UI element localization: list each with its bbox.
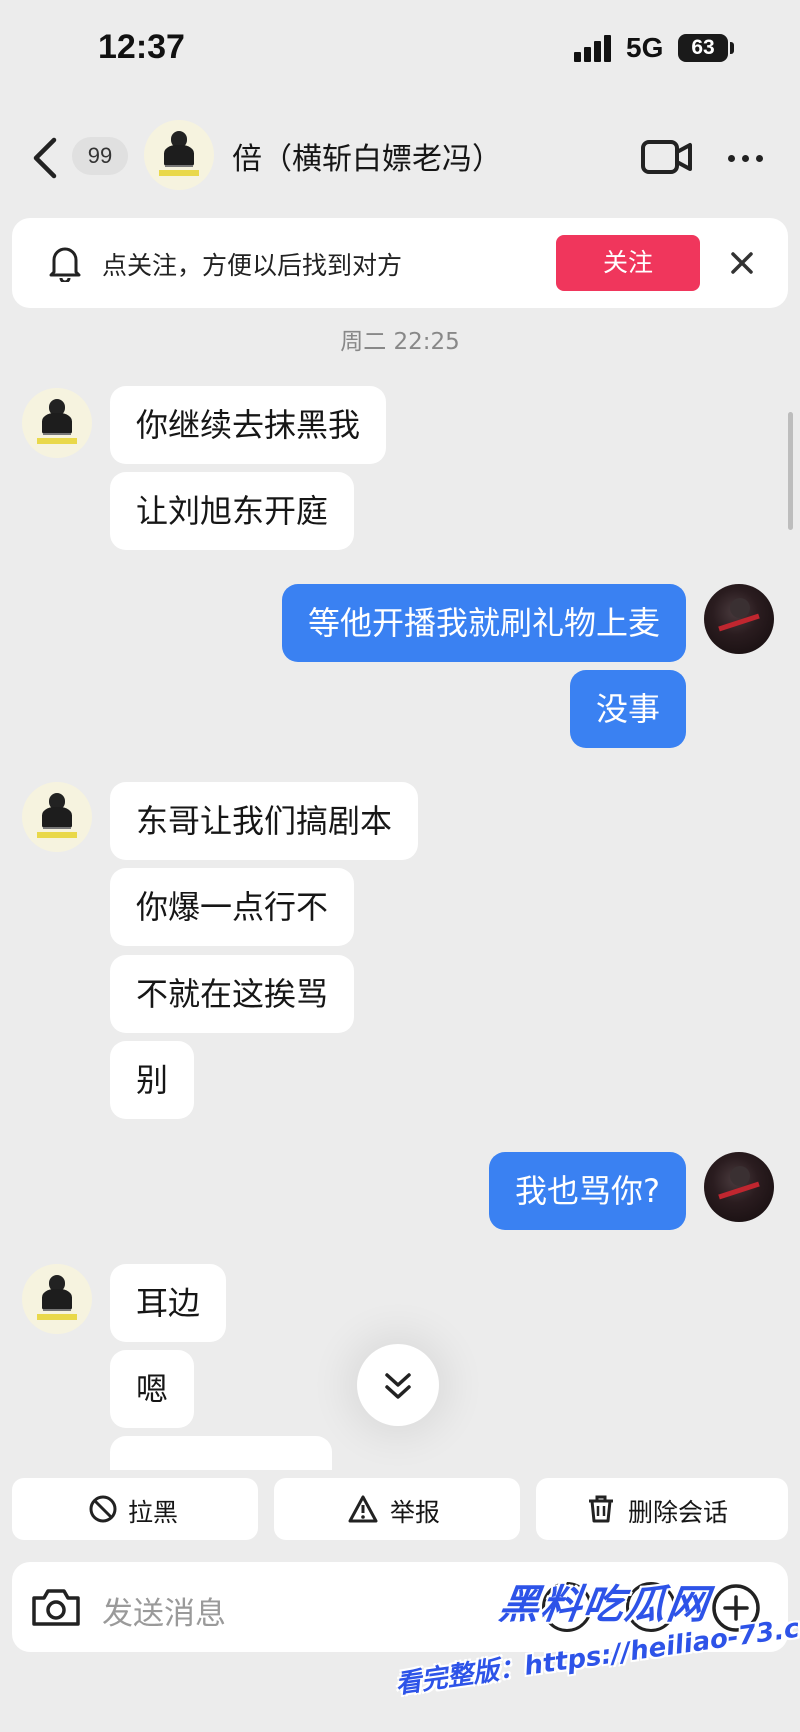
trash-icon <box>589 1495 613 1523</box>
user-avatar[interactable] <box>704 1152 774 1222</box>
block-button[interactable]: 拉黑 <box>12 1478 258 1540</box>
more-options-icon[interactable] <box>724 138 768 176</box>
chat-action-row: 拉黑 举报 删除会话 <box>0 1478 800 1540</box>
message-bubble-incoming[interactable]: 你继续去抹黑我 <box>110 386 387 464</box>
contact-avatar[interactable] <box>22 782 92 852</box>
bell-icon <box>49 247 81 282</box>
block-icon <box>89 1495 117 1523</box>
user-avatar[interactable] <box>704 584 774 654</box>
report-button[interactable]: 举报 <box>274 1478 520 1540</box>
contact-avatar[interactable] <box>22 388 92 458</box>
cellular-signal-icon <box>574 34 614 62</box>
back-arrow-icon[interactable] <box>26 134 66 182</box>
report-label: 举报 <box>390 1498 441 1527</box>
message-timestamp: 周二 22:25 <box>340 329 460 355</box>
battery-cap <box>730 42 734 54</box>
delete-conversation-button[interactable]: 删除会话 <box>536 1478 788 1540</box>
contact-avatar[interactable] <box>144 120 214 190</box>
message-bubble-outgoing[interactable]: 我也骂你? <box>489 1152 686 1230</box>
status-time: 12:37 <box>98 28 185 66</box>
warning-icon <box>348 1495 378 1523</box>
follow-button[interactable]: 关注 <box>556 235 700 291</box>
close-icon[interactable] <box>724 245 760 281</box>
video-call-icon[interactable] <box>640 138 694 176</box>
scrollbar[interactable] <box>788 412 793 530</box>
battery-icon: 63 <box>678 34 728 62</box>
delete-conversation-label: 删除会话 <box>628 1498 729 1527</box>
chat-header: 99 倍（横斩白嫖老冯） <box>0 108 800 203</box>
camera-icon[interactable] <box>30 1584 82 1630</box>
message-bubble-outgoing[interactable]: 等他开播我就刷礼物上麦 <box>281 584 686 662</box>
unread-count-badge[interactable]: 99 <box>72 137 128 175</box>
message-bubble-incoming[interactable]: 不就在这挨骂 <box>110 955 355 1033</box>
block-label: 拉黑 <box>128 1498 179 1527</box>
contact-avatar[interactable] <box>22 1264 92 1334</box>
double-chevron-down-icon <box>385 1373 411 1399</box>
follow-tip-text: 点关注，方便以后找到对方 <box>102 251 403 280</box>
message-bubble-incoming[interactable] <box>110 1436 332 1470</box>
message-input[interactable]: 发送消息 <box>102 1588 226 1633</box>
status-bar: 12:37 5G 63 <box>0 0 800 100</box>
message-bubble-incoming[interactable]: 别 <box>110 1041 195 1119</box>
message-bubble-incoming[interactable]: 东哥让我们搞剧本 <box>110 782 419 860</box>
watermark-title: 黑料吃瓜网 <box>496 1582 713 1628</box>
network-type: 5G <box>626 32 664 63</box>
message-bubble-incoming[interactable]: 你爆一点行不 <box>110 868 355 946</box>
message-bubble-incoming[interactable]: 让刘旭东开庭 <box>110 472 355 550</box>
scroll-to-bottom-button[interactable] <box>357 1344 439 1426</box>
message-bubble-outgoing[interactable]: 没事 <box>569 670 686 748</box>
follow-banner: 点关注，方便以后找到对方 关注 <box>12 218 788 308</box>
message-bubble-incoming[interactable]: 嗯 <box>110 1350 195 1428</box>
message-bubble-incoming[interactable]: 耳边 <box>110 1264 227 1342</box>
contact-name[interactable]: 倍（横斩白嫖老冯） <box>232 134 502 178</box>
